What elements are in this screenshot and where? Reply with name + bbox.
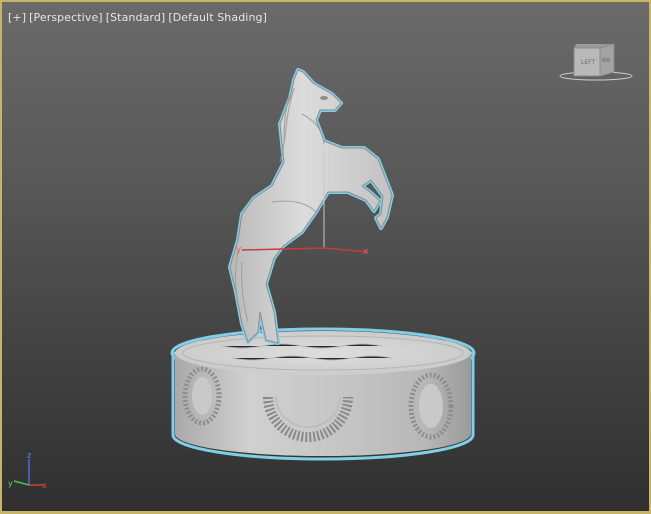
horse-statue[interactable] bbox=[228, 68, 394, 345]
gizmo-x-label: x bbox=[363, 247, 369, 257]
world-axis-tripod: z x y bbox=[8, 451, 47, 490]
viewport-mode-menu[interactable]: [Standard] bbox=[106, 11, 166, 24]
pedestal-base[interactable] bbox=[170, 327, 476, 461]
viewport-maximize-menu[interactable]: [+] bbox=[8, 11, 26, 24]
scene-canvas[interactable]: z x y LEFT BA z x y bbox=[2, 2, 651, 514]
viewcube-back-face[interactable]: BA bbox=[602, 57, 611, 64]
viewport-view-menu[interactable]: [Perspective] bbox=[29, 11, 103, 24]
viewport-label-menu[interactable]: [+] [Perspective] [Standard] [Default Shadi… bbox=[8, 11, 267, 24]
axis-y-label: y bbox=[8, 479, 13, 488]
viewcube[interactable]: LEFT BA bbox=[559, 43, 633, 81]
viewcube-left-face[interactable]: LEFT bbox=[581, 59, 595, 66]
axis-x-label: x bbox=[42, 481, 47, 490]
perspective-viewport[interactable]: z x y LEFT BA z x y [+] [Perspective] [Sta… bbox=[0, 0, 651, 514]
axis-z-label: z bbox=[27, 451, 31, 460]
gizmo-y-label: y bbox=[236, 245, 242, 255]
gizmo-z-label: z bbox=[323, 143, 328, 153]
viewport-shading-menu[interactable]: [Default Shading] bbox=[168, 11, 267, 24]
